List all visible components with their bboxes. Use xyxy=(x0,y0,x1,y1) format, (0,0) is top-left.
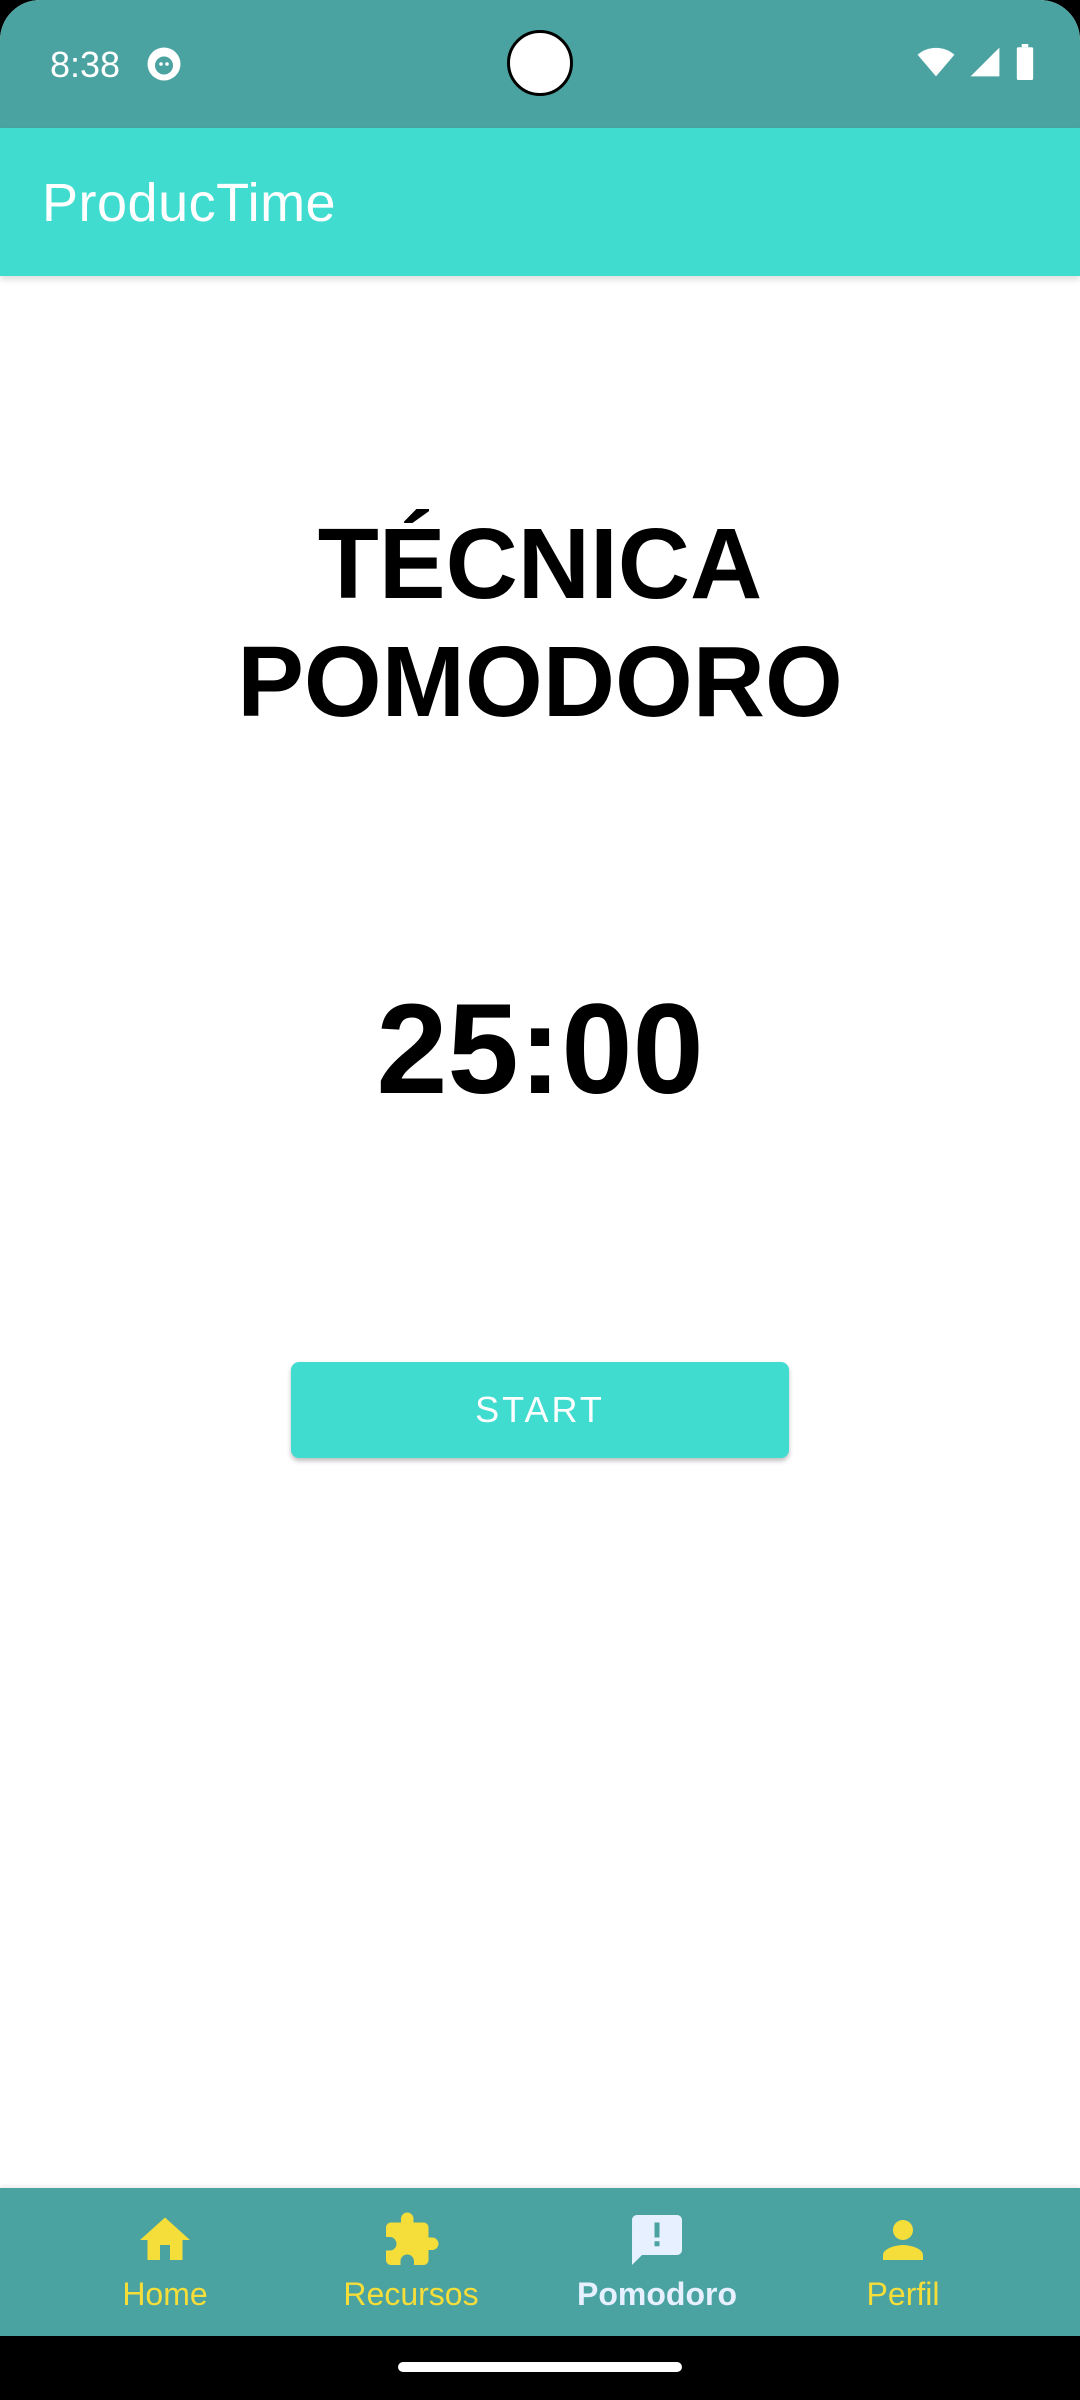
screen: 8:38 ProducTime TÉCNICA POMODORO 25:00 S… xyxy=(0,0,1080,2400)
heading-line-2: POMODORO xyxy=(237,626,843,738)
nav-label-recursos: Recursos xyxy=(343,2276,479,2312)
app-title: ProducTime xyxy=(42,173,337,233)
status-icons xyxy=(916,44,1036,80)
app-bar: ProducTime xyxy=(0,128,1080,276)
nav-label-perfil: Perfil xyxy=(866,2276,940,2312)
status-bar: 8:38 xyxy=(0,0,1080,128)
battery-icon xyxy=(1016,44,1034,80)
gesture-navigation-area xyxy=(0,2336,1080,2400)
wifi-icon xyxy=(917,47,955,77)
cellular-signal-icon xyxy=(970,47,1000,77)
gesture-handle[interactable] xyxy=(398,2362,682,2372)
heading-line-1: TÉCNICA xyxy=(317,508,763,620)
nav-label-home: Home xyxy=(122,2276,208,2312)
feedback-icon xyxy=(632,2215,682,2265)
home-icon xyxy=(140,2217,190,2260)
nav-item-home[interactable]: Home xyxy=(42,2188,288,2336)
nav-item-perfil[interactable]: Perfil xyxy=(780,2188,1026,2336)
timer-display: 25:00 xyxy=(376,978,704,1121)
bottom-navigation: Home Recursos Pomodoro Perfil xyxy=(0,2188,1080,2336)
start-button[interactable]: START xyxy=(291,1362,789,1458)
nav-label-pomodoro: Pomodoro xyxy=(577,2276,737,2312)
app-notification-icon xyxy=(147,47,181,81)
puzzle-icon xyxy=(386,2212,439,2265)
nav-item-recursos[interactable]: Recursos xyxy=(288,2188,534,2336)
page-heading: TÉCNICA POMODORO xyxy=(0,505,1080,741)
person-icon xyxy=(883,2220,923,2260)
nav-item-pomodoro[interactable]: Pomodoro xyxy=(534,2188,780,2336)
status-time: 8:38 xyxy=(50,44,121,85)
camera-cutout xyxy=(507,30,573,96)
